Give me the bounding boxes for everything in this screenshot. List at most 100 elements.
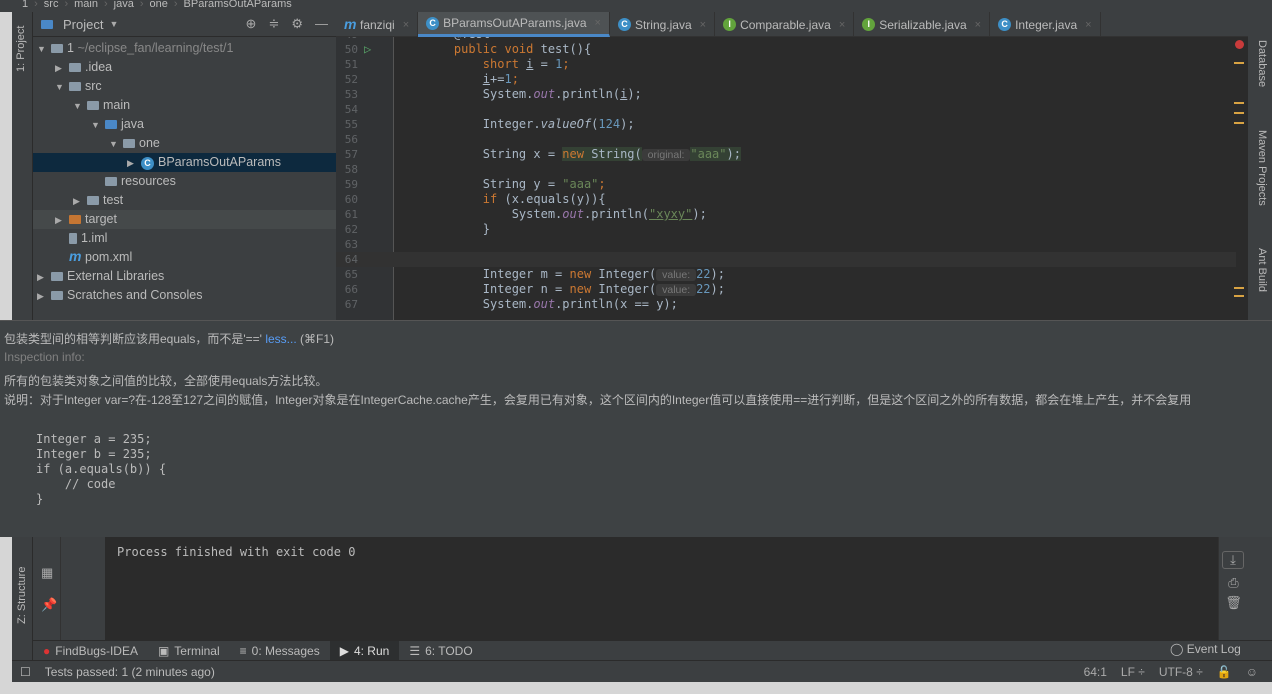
error-stripe[interactable]: [1232, 37, 1246, 320]
chevron-right-icon[interactable]: ▶: [55, 59, 69, 78]
tab-integer-java[interactable]: C Integer.java ×: [990, 12, 1101, 37]
chevron-right-icon[interactable]: ▶: [73, 192, 87, 211]
inspection-line: 所有的包装类对象之间值的比较，全部使用equals方法比较。: [4, 374, 328, 388]
code-line[interactable]: 64: [336, 252, 1236, 267]
code-line[interactable]: 54: [336, 102, 1236, 117]
code-line[interactable]: 51 short i = 1;: [336, 57, 1236, 72]
tree-item[interactable]: ▶ C BParamsOutAParams: [33, 153, 336, 172]
tool-tab-4-run[interactable]: ▶ 4: Run: [329, 640, 400, 661]
tree-item[interactable]: ▼ main: [33, 96, 336, 115]
code-line[interactable]: 58: [336, 162, 1236, 177]
line-separator[interactable]: LF ÷: [1121, 665, 1145, 679]
tab-bparamsoutaparams-java[interactable]: C BParamsOutAParams.java ×: [418, 12, 610, 37]
event-log-icon: ◯: [1170, 642, 1187, 656]
ant-tool-button[interactable]: Ant Build: [1256, 248, 1268, 292]
code-line[interactable]: 67 System.out.println(x == y);: [336, 297, 1236, 312]
tool-tab-6-todo[interactable]: ☰ 6: TODO: [399, 641, 482, 661]
chevron-down-icon[interactable]: ▼: [91, 116, 105, 135]
chevron-right-icon[interactable]: ▶: [37, 268, 51, 287]
tree-item[interactable]: resources: [33, 172, 336, 191]
less-link[interactable]: less...: [265, 332, 296, 346]
close-icon[interactable]: ×: [700, 19, 706, 31]
code-line[interactable]: 61 System.out.println("xyxy");: [336, 207, 1236, 222]
gear-icon[interactable]: ⚙: [291, 16, 303, 32]
code-token: String x =: [425, 147, 563, 161]
tree-item[interactable]: ▼ 1 ~/eclipse_fan/learning/test/1: [33, 39, 336, 58]
hide-icon[interactable]: —: [315, 16, 328, 32]
pin-icon[interactable]: 📌: [41, 597, 57, 613]
code-line[interactable]: 60 if (x.equals(y)){: [336, 192, 1236, 207]
tree-item[interactable]: ▼ one: [33, 134, 336, 153]
code-line[interactable]: 66 Integer n = new Integer( value: 22);: [336, 282, 1236, 297]
inspector-icon[interactable]: ☺: [1246, 665, 1258, 679]
database-tool-button[interactable]: Database: [1256, 40, 1268, 87]
chevron-down-icon[interactable]: ▼: [55, 78, 69, 97]
tab-fanziqi[interactable]: m fanziqi ×: [336, 12, 419, 37]
close-icon[interactable]: ×: [403, 19, 409, 31]
close-icon[interactable]: ×: [595, 17, 601, 29]
lock-icon[interactable]: 🔓: [1217, 665, 1232, 679]
encoding[interactable]: UTF-8 ÷: [1159, 665, 1203, 679]
tree-item[interactable]: ▼ java: [33, 115, 336, 134]
code-line[interactable]: 55 Integer.valueOf(124);: [336, 117, 1236, 132]
line-number: 52: [344, 73, 358, 86]
trash-icon[interactable]: 🗑: [1219, 595, 1248, 611]
print-icon[interactable]: ⎙: [1219, 575, 1248, 591]
layout-icon[interactable]: ▦: [41, 565, 53, 581]
tool-tab-findbugs-idea[interactable]: ● FindBugs-IDEA: [33, 641, 148, 661]
code-line[interactable]: 62 }: [336, 222, 1236, 237]
project-view-dropdown[interactable]: Project: [63, 17, 103, 32]
code-text: System.out.println(i);: [425, 87, 642, 102]
tree-item[interactable]: ▶ .idea: [33, 58, 336, 77]
close-icon[interactable]: ×: [839, 19, 845, 31]
code-line[interactable]: 65 Integer m = new Integer( value: 22);: [336, 267, 1236, 282]
breadcrumb-item[interactable]: java: [114, 0, 134, 12]
tab-serializable-java[interactable]: I Serializable.java ×: [854, 12, 991, 37]
toggle-tool-windows-icon[interactable]: ☐: [20, 665, 31, 679]
code-line[interactable]: 59 String y = "aaa";: [336, 177, 1236, 192]
tab-comparable-java[interactable]: I Comparable.java ×: [715, 12, 855, 37]
tree-item[interactable]: ▶ Scratches and Consoles: [33, 286, 336, 305]
project-tool-button[interactable]: 1: Project: [15, 26, 27, 72]
close-icon[interactable]: ×: [1085, 19, 1091, 31]
maven-tool-button[interactable]: Maven Projects: [1256, 130, 1268, 206]
breadcrumb-item[interactable]: src: [44, 0, 59, 12]
run-test-icon[interactable]: ▷: [364, 42, 371, 57]
console-output[interactable]: Process finished with exit code 0: [105, 537, 1218, 640]
tree-item[interactable]: ▶ target: [33, 210, 336, 229]
code-line[interactable]: 63: [336, 237, 1236, 252]
breadcrumb-item[interactable]: BParamsOutAParams: [184, 0, 292, 12]
error-icon[interactable]: [1235, 40, 1244, 49]
collapse-all-icon[interactable]: ≑: [268, 16, 279, 32]
code-line[interactable]: 56: [336, 132, 1236, 147]
tool-tab-terminal[interactable]: ▣ Terminal: [148, 641, 230, 661]
chevron-right-icon[interactable]: ▶: [37, 287, 51, 306]
tree-item[interactable]: 1.iml: [33, 229, 336, 248]
code-token: 1: [504, 72, 512, 86]
tool-tab-0-messages[interactable]: ≡ 0: Messages: [230, 641, 330, 661]
close-icon[interactable]: ×: [975, 19, 981, 31]
code-line[interactable]: 57 String x = new String( original: "aaa…: [336, 147, 1236, 162]
locate-icon[interactable]: ⊕: [246, 16, 257, 32]
code-line[interactable]: 50 ▷ public void test(){: [336, 42, 1236, 57]
tree-item[interactable]: ▶ test: [33, 191, 336, 210]
breadcrumb-item[interactable]: one: [150, 0, 168, 12]
tree-item[interactable]: ▼ src: [33, 77, 336, 96]
chevron-down-icon[interactable]: ▼: [73, 97, 87, 116]
structure-tool-button[interactable]: Z: Structure: [16, 567, 28, 624]
tab-string-java[interactable]: C String.java ×: [610, 12, 716, 37]
code-line[interactable]: 53 System.out.println(i);: [336, 87, 1236, 102]
code-line[interactable]: 52 i+=1;: [336, 72, 1236, 87]
code-area[interactable]: 49 @Test50▷ public void test(){51 short …: [336, 37, 1236, 320]
breadcrumb-item[interactable]: main: [74, 0, 98, 12]
chevron-right-icon[interactable]: ▶: [127, 154, 141, 173]
chevron-right-icon[interactable]: ▶: [55, 211, 69, 230]
tree-item[interactable]: m pom.xml: [33, 248, 336, 267]
event-log-button[interactable]: ◯ Event Log: [1170, 642, 1241, 656]
chevron-down-icon[interactable]: ▼: [109, 135, 123, 154]
caret-position[interactable]: 64:1: [1084, 665, 1107, 679]
breadcrumb-item[interactable]: 1: [22, 0, 28, 12]
chevron-down-icon[interactable]: ▼: [37, 40, 51, 59]
scroll-to-end-icon[interactable]: ⤓: [1222, 551, 1244, 569]
tree-item[interactable]: ▶ External Libraries: [33, 267, 336, 286]
